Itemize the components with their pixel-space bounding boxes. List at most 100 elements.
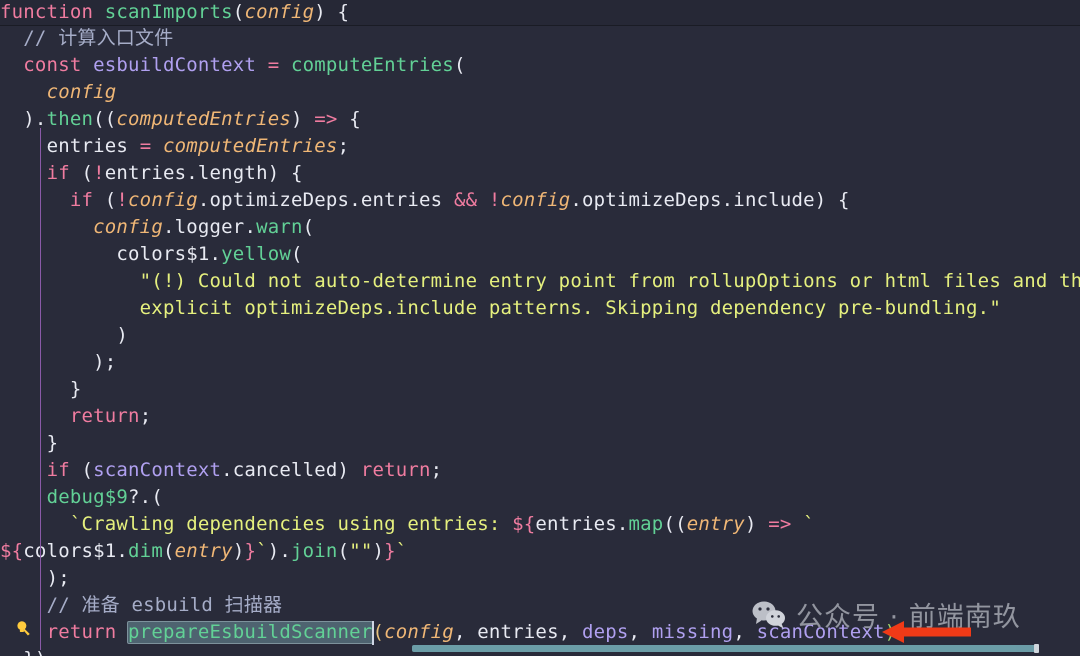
code-token: } — [244, 540, 257, 562]
code-token: ?.( — [128, 486, 163, 508]
code-token: }) — [23, 646, 46, 656]
code-line[interactable]: return; — [0, 403, 1080, 430]
code-token: ); — [46, 567, 70, 589]
code-token: prepareEsbuildScanner — [128, 621, 373, 643]
code-line[interactable]: `Crawling dependencies using entries: ${… — [0, 511, 1080, 538]
code-line[interactable]: if (!config.optimizeDeps.entries && !con… — [0, 187, 1080, 214]
code-token: = — [267, 54, 280, 76]
code-token: entries — [46, 135, 129, 157]
code-line[interactable]: config — [0, 79, 1080, 106]
code-token: const — [23, 54, 94, 76]
code-token: config — [384, 621, 454, 643]
code-token: function — [0, 1, 105, 23]
code-token: "" — [349, 540, 373, 562]
code-token: scanContext — [756, 621, 885, 643]
code-token: entries. — [535, 513, 629, 535]
code-token: entries.length — [104, 162, 268, 184]
code-token: } — [69, 378, 82, 400]
code-line[interactable]: // 准备 esbuild 扫描器 — [0, 592, 1080, 619]
code-token: ) — [744, 513, 757, 535]
code-token: .cancelled) — [221, 459, 361, 481]
code-token: scanContext — [93, 459, 222, 481]
code-token: return — [69, 405, 140, 427]
code-line[interactable]: if (scanContext.cancelled) return; — [0, 457, 1080, 484]
lightbulb-icon[interactable] — [14, 619, 32, 637]
code-token: => — [314, 108, 338, 130]
code-token: if — [69, 189, 94, 211]
code-line[interactable]: if (!entries.length) { — [0, 160, 1080, 187]
code-token: config — [500, 189, 571, 211]
code-line[interactable]: colors$1.yellow( — [0, 241, 1080, 268]
code-token: ) — [372, 540, 385, 562]
code-token: computedEntries — [162, 135, 338, 157]
code-token: ). — [267, 540, 292, 562]
code-line[interactable]: "(!) Could not auto-determine entry poin… — [0, 268, 1080, 295]
code-token: ( — [291, 243, 303, 265]
code-token: scanImports — [104, 1, 233, 23]
code-token: map — [628, 513, 664, 535]
code-token: ${ — [512, 513, 536, 535]
code-token: ( — [93, 189, 117, 211]
code-line[interactable]: } — [0, 376, 1080, 403]
code-token: colors$1. — [116, 243, 222, 265]
code-line[interactable]: } — [0, 430, 1080, 457]
code-token: warn — [256, 216, 303, 238]
code-token: ; — [430, 459, 443, 481]
code-line[interactable]: entries = computedEntries; — [0, 133, 1080, 160]
code-token: return — [360, 459, 431, 481]
code-token: colors$1. — [23, 540, 129, 562]
code-editor-screenshot: function scanImports(config) { // 计算入口文件… — [0, 0, 1080, 656]
code-token: , — [628, 621, 652, 643]
code-token: ); — [93, 351, 117, 373]
code-token: esbuildContext — [93, 54, 257, 76]
code-token: config — [93, 216, 163, 238]
code-token: debug$9 — [46, 486, 129, 508]
code-line[interactable]: // 计算入口文件 — [0, 25, 1080, 52]
code-lines-container[interactable]: // 计算入口文件 const esbuildContext = compute… — [0, 25, 1080, 656]
code-token: dim — [128, 540, 163, 562]
code-line[interactable]: explicit optimizeDeps.include patterns. … — [0, 295, 1080, 322]
code-line[interactable]: ${colors$1.dim(entry)}`).join("")}` — [0, 538, 1080, 565]
code-line[interactable]: ); — [0, 349, 1080, 376]
code-token: "(!) Could not auto-determine entry poin… — [139, 270, 1080, 292]
red-arrow — [878, 618, 974, 650]
code-token: ; — [337, 135, 350, 157]
code-token: ! — [116, 189, 129, 211]
code-line[interactable]: debug$9?.( — [0, 484, 1080, 511]
code-token: ! — [488, 189, 501, 211]
code-token: ) — [232, 540, 245, 562]
code-token: // 准备 esbuild 扫描器 — [46, 594, 283, 616]
code-token: join — [291, 540, 338, 562]
code-line[interactable]: ); — [0, 565, 1080, 592]
code-token: config — [244, 1, 315, 23]
sticky-scroll-function-signature[interactable]: function scanImports(config) { — [0, 0, 1080, 25]
code-token: computeEntries — [291, 54, 454, 76]
code-token: yellow — [221, 243, 291, 265]
code-token: ) — [116, 324, 129, 346]
code-line[interactable]: ).then((computedEntries) => { — [0, 106, 1080, 133]
code-token: ( — [69, 459, 94, 481]
code-token: return — [46, 621, 117, 643]
code-line[interactable]: const esbuildContext = computeEntries( — [0, 52, 1080, 79]
code-token: config — [46, 81, 117, 103]
code-line[interactable]: ) — [0, 322, 1080, 349]
indent-guide-level-1 — [40, 128, 41, 650]
code-line[interactable]: config.logger.warn( — [0, 214, 1080, 241]
code-token: // 计算入口文件 — [23, 27, 174, 49]
code-token: ` — [803, 513, 815, 535]
